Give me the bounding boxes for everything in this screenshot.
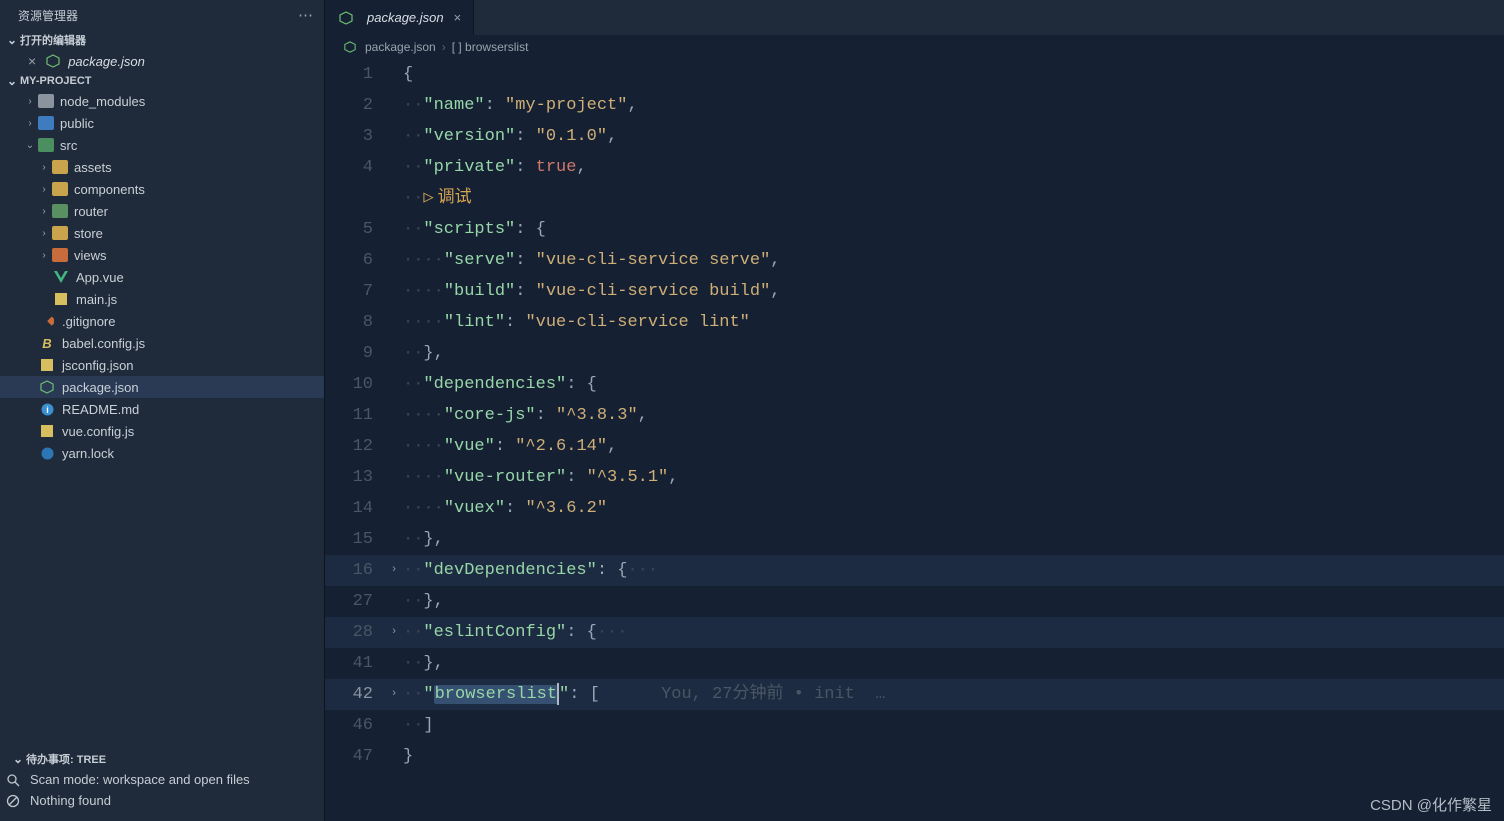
todo-nothing-found: Nothing found [6, 790, 314, 811]
tree-item[interactable]: Bbabel.config.js [0, 332, 324, 354]
todo-scan-mode[interactable]: Scan mode: workspace and open files [6, 769, 314, 790]
open-editor-filename: package.json [68, 54, 145, 69]
tab-bar: package.json × [325, 0, 1504, 35]
tab-label: package.json [367, 10, 444, 25]
tab-package-json[interactable]: package.json × [325, 0, 474, 35]
fold-icon[interactable]: › [385, 555, 403, 586]
tree-item[interactable]: jsconfig.json [0, 354, 324, 376]
fold-icon[interactable]: › [385, 617, 403, 648]
tree-item[interactable]: main.js [0, 288, 324, 310]
tree-item[interactable]: ›node_modules [0, 90, 324, 112]
open-editors-label: 打开的编辑器 [20, 32, 86, 48]
fold-icon[interactable]: › [385, 679, 403, 710]
tree-item[interactable]: iREADME.md [0, 398, 324, 420]
code-editor[interactable]: 1{ 2··"name": "my-project", 3··"version"… [325, 59, 1504, 821]
chevron-right-icon: › [442, 40, 446, 54]
breadcrumb-file: package.json [365, 40, 436, 54]
npm-icon [337, 10, 355, 26]
chevron-down-icon: ⌄ [10, 752, 26, 766]
file-tree: ›node_modules›public⌄src›assets›componen… [0, 90, 324, 743]
forbidden-icon [6, 794, 24, 808]
tree-item[interactable]: ›components [0, 178, 324, 200]
tree-item[interactable]: ›router [0, 200, 324, 222]
more-icon[interactable]: ⋯ [298, 6, 314, 24]
editor: package.json × package.json › [ ] browse… [325, 0, 1504, 821]
close-icon[interactable]: × [454, 10, 462, 25]
chevron-down-icon: ⌄ [4, 33, 20, 47]
search-icon [6, 773, 24, 787]
todo-scan-label: Scan mode: workspace and open files [30, 772, 250, 787]
breadcrumb-path: [ ] browserslist [452, 40, 529, 54]
tree-item[interactable]: App.vue [0, 266, 324, 288]
project-name: MY-PROJECT [20, 75, 92, 87]
tree-item[interactable]: ›store [0, 222, 324, 244]
git-blame: You, 27分钟前 • init … [661, 685, 885, 704]
sidebar: 资源管理器 ⋯ ⌄ 打开的编辑器 × package.json ⌄ MY-PRO… [0, 0, 325, 821]
tree-item[interactable]: package.json [0, 376, 324, 398]
todo-section: ⌄ 待办事项: TREE Scan mode: workspace and op… [0, 743, 324, 821]
breadcrumb[interactable]: package.json › [ ] browserslist [325, 35, 1504, 59]
project-header[interactable]: ⌄ MY-PROJECT [0, 72, 324, 90]
explorer-title: 资源管理器 [18, 7, 78, 24]
tree-item[interactable]: .gitignore [0, 310, 324, 332]
todo-header[interactable]: ⌄ 待办事项: TREE [6, 749, 314, 769]
debug-codelens[interactable]: ▷调试 [423, 189, 471, 208]
npm-icon [44, 53, 62, 69]
chevron-down-icon: ⌄ [4, 74, 20, 88]
svg-text:i: i [46, 405, 49, 415]
tree-item[interactable]: yarn.lock [0, 442, 324, 464]
npm-icon [341, 39, 359, 55]
open-editors-header[interactable]: ⌄ 打开的编辑器 [0, 30, 324, 50]
tree-item[interactable]: ›views [0, 244, 324, 266]
tree-item[interactable]: ⌄src [0, 134, 324, 156]
tree-item[interactable]: ›public [0, 112, 324, 134]
tree-item[interactable]: vue.config.js [0, 420, 324, 442]
open-editor-item[interactable]: × package.json [0, 50, 324, 72]
close-icon[interactable]: × [28, 53, 36, 69]
watermark: CSDN @化作繁星 [1370, 794, 1492, 815]
tree-item[interactable]: ›assets [0, 156, 324, 178]
todo-nothing-label: Nothing found [30, 793, 111, 808]
todo-header-label: 待办事项: TREE [26, 751, 106, 767]
